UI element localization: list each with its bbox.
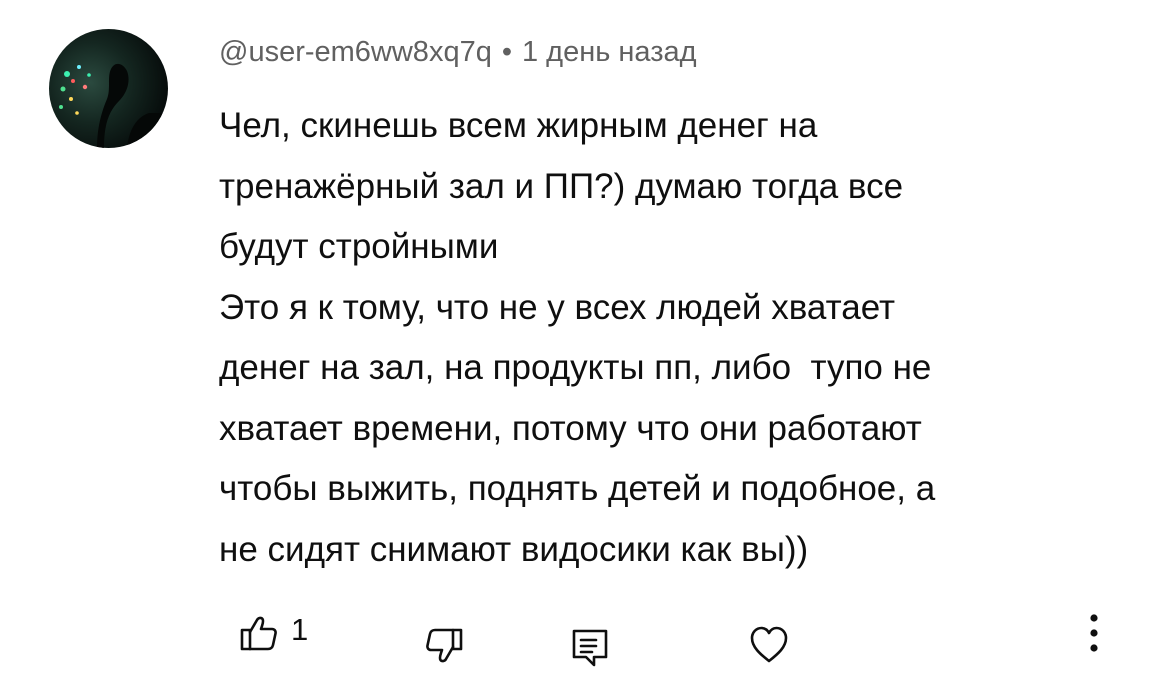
avatar-image — [59, 63, 168, 148]
thumb-up-icon[interactable] — [239, 613, 279, 653]
more-vert-icon[interactable] — [1084, 610, 1104, 656]
comment-line: чтобы выжить, поднять детей и подобное, … — [219, 469, 936, 508]
avatar[interactable] — [49, 29, 168, 148]
comment-line: денег на зал, на продукты пп, либо тупо … — [219, 348, 932, 387]
heart-icon[interactable] — [748, 624, 790, 666]
comment-line: тренажёрный зал и ПП?) думаю тогда все — [219, 166, 904, 206]
comment-line: не сидят снимают видосики как вы)) — [219, 529, 809, 569]
meta-separator: • — [501, 35, 512, 68]
comment-line: Это я к тому, что не у всех людей хватае… — [219, 287, 896, 327]
comment-meta: @user-em6ww8xq7q • 1 день назад — [219, 32, 697, 72]
author-handle[interactable]: @user-em6ww8xq7q — [219, 36, 492, 69]
reply-icon[interactable] — [570, 628, 610, 668]
comment-text: Чел, скинешь всем жирным денег на тренаж… — [219, 96, 1119, 580]
comment-timestamp[interactable]: 1 день назад — [522, 36, 697, 69]
like-count: 1 — [291, 612, 309, 647]
comment-line: Чел, скинешь всем жирным денег на — [219, 106, 818, 145]
comment-line: будут стройными — [219, 227, 499, 266]
comment-line: хватает времени, потому что они работают — [219, 408, 922, 448]
thumb-down-icon[interactable] — [424, 626, 464, 666]
